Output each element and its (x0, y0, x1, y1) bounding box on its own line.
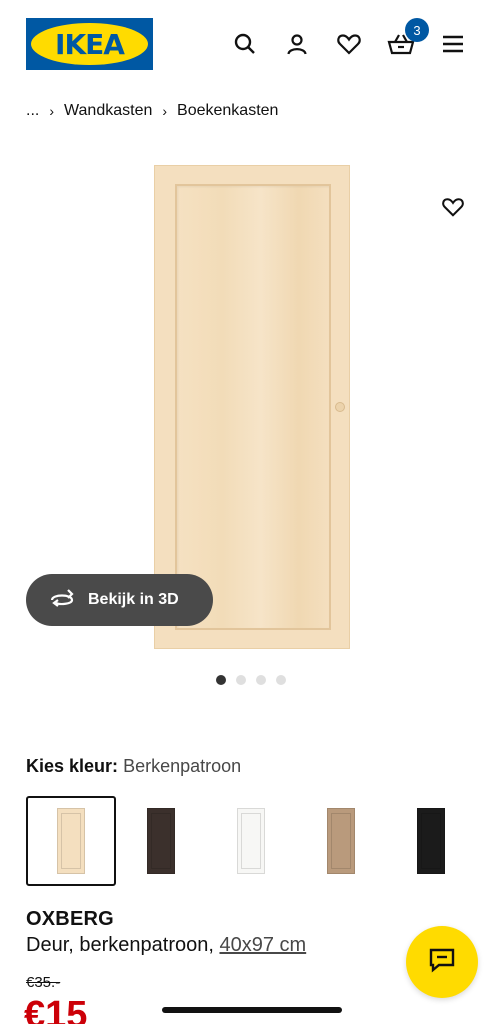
swatch-berkenpatroon[interactable] (26, 796, 116, 886)
color-label: Kies kleur: Berkenpatroon (26, 756, 241, 777)
top-header: IKEA 3 (0, 0, 504, 90)
swatch-black[interactable] (386, 796, 476, 886)
breadcrumb-ellipsis[interactable]: ... (26, 102, 39, 120)
gallery-pagination (216, 675, 286, 685)
swatch-thumb (237, 808, 265, 874)
chat-button[interactable] (406, 926, 478, 998)
door-knob (335, 402, 345, 412)
product-description-text: Deur, berkenpatroon, (26, 934, 214, 956)
search-icon[interactable] (229, 28, 261, 60)
logo-text: IKEA (55, 27, 125, 61)
product-description: Deur, berkenpatroon, 40x97 cm (26, 934, 306, 957)
breadcrumb-item-wandkasten[interactable]: Wandkasten (64, 102, 152, 120)
swatch-thumb (147, 808, 175, 874)
breadcrumb-item-boekenkasten[interactable]: Boekenkasten (177, 102, 278, 120)
chat-icon (428, 947, 456, 978)
pagination-dot[interactable] (276, 675, 286, 685)
swatch-white[interactable] (206, 796, 296, 886)
new-price: €15 (24, 994, 88, 1024)
view-in-3d-button[interactable]: Bekijk in 3D (26, 574, 213, 626)
chevron-right-icon: › (162, 103, 168, 119)
pagination-dot[interactable] (216, 675, 226, 685)
cart-count-badge: 3 (405, 18, 429, 42)
swatch-oak[interactable] (296, 796, 386, 886)
chevron-right-icon: › (49, 103, 55, 119)
swatch-dark-brown[interactable] (116, 796, 206, 886)
color-label-title: Kies kleur: (26, 756, 119, 776)
view-in-3d-label: Bekijk in 3D (88, 591, 179, 608)
swatch-thumb (417, 808, 445, 874)
basket-icon[interactable]: 3 (385, 18, 429, 60)
account-icon[interactable] (281, 28, 313, 60)
breadcrumb: ... › Wandkasten › Boekenkasten (26, 102, 278, 120)
product-name: OXBERG (26, 908, 114, 930)
ikea-logo[interactable]: IKEA (26, 18, 153, 70)
old-price: €35.- (26, 974, 61, 991)
rotate-3d-icon (48, 588, 76, 613)
swatch-thumb (327, 808, 355, 874)
product-size-link[interactable]: 40x97 cm (219, 934, 306, 956)
door-panel (175, 184, 331, 630)
swatch-thumb (57, 808, 85, 874)
color-swatches (26, 796, 476, 886)
product-gallery[interactable]: Bekijk in 3D (0, 140, 504, 660)
heart-icon[interactable] (333, 28, 365, 60)
pagination-dot[interactable] (256, 675, 266, 685)
pagination-dot[interactable] (236, 675, 246, 685)
favourite-heart-icon[interactable] (438, 192, 468, 222)
home-indicator (162, 1007, 342, 1013)
menu-icon[interactable] (437, 28, 469, 60)
logo-ellipse: IKEA (31, 23, 148, 65)
color-selected-value: Berkenpatroon (123, 756, 242, 776)
